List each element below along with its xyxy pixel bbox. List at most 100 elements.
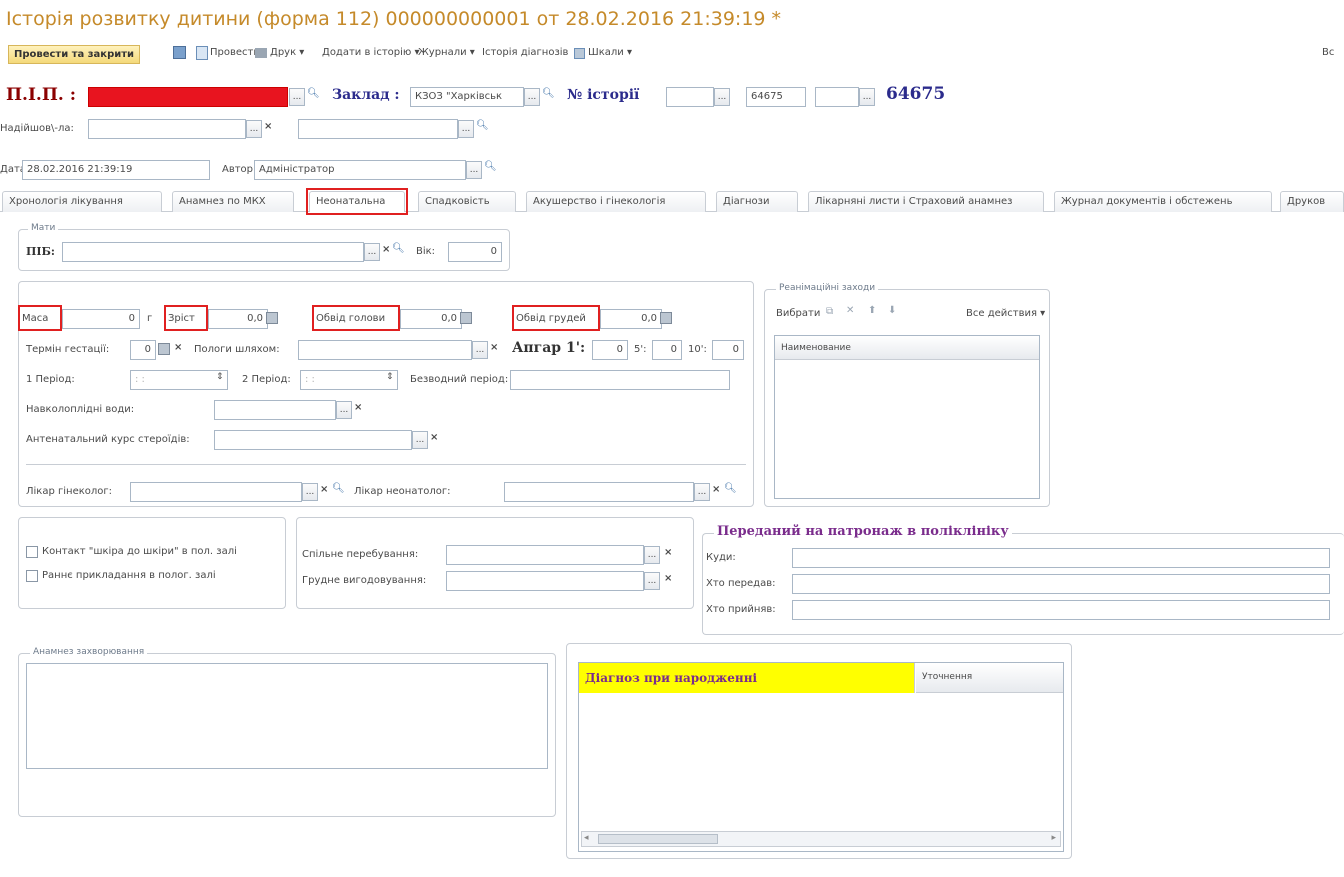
mother-age-field[interactable]: 0	[448, 242, 502, 262]
nadiyshov-select[interactable]: ...	[246, 120, 262, 138]
gestation-clear-icon[interactable]: ×	[174, 342, 182, 353]
tab-heredity[interactable]: Спадковість	[418, 191, 516, 212]
gynecologist-open-icon[interactable]: 🔍︎	[332, 483, 345, 494]
apgar-10-field[interactable]: 0	[712, 340, 744, 360]
height-field[interactable]: 0,0	[208, 309, 268, 329]
mass-field[interactable]: 0	[62, 309, 140, 329]
tab-diagnoses[interactable]: Діагнози	[716, 191, 798, 212]
gestation-calc-icon[interactable]	[158, 343, 170, 355]
diagnosis-header-clarify[interactable]: Уточнення	[916, 663, 1063, 693]
anamnesis-textarea[interactable]	[26, 663, 548, 769]
patronage-where-field[interactable]	[792, 548, 1330, 568]
journals-button[interactable]: Журнали ▾	[418, 47, 475, 58]
author-select[interactable]: ...	[466, 161, 482, 179]
mother-pib-open-icon[interactable]: 🔍︎	[392, 243, 405, 254]
tab-anamnesis-mkh[interactable]: Анамнез по МКХ	[172, 191, 294, 212]
history-code-field[interactable]: 64675	[746, 87, 806, 107]
period1-field[interactable]: : :	[130, 370, 228, 390]
tab-chronology[interactable]: Хронологія лікування	[2, 191, 162, 212]
delivery-field[interactable]	[298, 340, 472, 360]
zaklad-field[interactable]: КЗОЗ "Харківськ	[410, 87, 524, 107]
gynecologist-field[interactable]	[130, 482, 302, 502]
resuscitation-all-actions[interactable]: Все действия ▾	[966, 308, 1045, 319]
steroids-select[interactable]: ...	[412, 431, 428, 449]
diag-history-button[interactable]: Історія діагнозів	[482, 47, 568, 58]
head-circ-calc-icon[interactable]	[460, 312, 472, 324]
add-history-button[interactable]: Додати в історію ▾	[322, 47, 420, 58]
height-calc-icon[interactable]	[266, 312, 278, 324]
scales-button[interactable]: Шкали ▾	[588, 47, 632, 58]
tab-obstetrics[interactable]: Акушерство і гінекологія	[526, 191, 706, 212]
steroids-clear-icon[interactable]: ×	[430, 432, 438, 443]
post-button[interactable]: Провести	[210, 47, 260, 58]
chest-circ-field[interactable]: 0,0	[600, 309, 662, 329]
zaklad-open-icon[interactable]: 🔍︎	[542, 88, 555, 99]
joint-stay-clear-icon[interactable]: ×	[664, 547, 672, 558]
diagnosis-header-main[interactable]: Діагноз при народженні	[579, 663, 915, 693]
chest-circ-calc-icon[interactable]	[660, 312, 672, 324]
copy-icon[interactable]: ⧉	[826, 306, 833, 317]
period1-spin-icon[interactable]: ⇕	[216, 372, 224, 382]
neonatologist-open-icon[interactable]: 🔍︎	[724, 483, 737, 494]
post-close-button[interactable]: Провести та закрити	[8, 45, 141, 64]
mother-pib-clear-icon[interactable]: ×	[382, 244, 390, 255]
nadiyshov-field[interactable]	[88, 119, 246, 139]
tab-sick-leave[interactable]: Лікарняні листи і Страховий анамнез	[808, 191, 1044, 212]
zaklad-select-button[interactable]: ...	[524, 88, 540, 106]
save-icon[interactable]	[173, 46, 186, 59]
print-button[interactable]: Друк ▾	[270, 47, 304, 58]
delete-icon[interactable]: ✕	[846, 305, 854, 316]
nadiyshov-extra-field[interactable]	[298, 119, 458, 139]
date-field[interactable]: 28.02.2016 21:39:19	[22, 160, 210, 180]
neonatologist-clear-icon[interactable]: ×	[712, 484, 720, 495]
scroll-right-icon[interactable]: ▸	[1051, 833, 1056, 843]
delivery-select[interactable]: ...	[472, 341, 488, 359]
skin-contact-checkbox[interactable]	[26, 546, 38, 558]
history-series-field[interactable]	[666, 87, 714, 107]
breastfeeding-clear-icon[interactable]: ×	[664, 573, 672, 584]
author-open-icon[interactable]: 🔍︎	[484, 161, 497, 172]
move-down-icon[interactable]: ⬇	[888, 305, 896, 316]
nadiyshov-extra-select[interactable]: ...	[458, 120, 474, 138]
move-up-icon[interactable]: ⬆	[868, 305, 876, 316]
pib-open-icon[interactable]: 🔍︎	[307, 88, 320, 99]
joint-stay-field[interactable]	[446, 545, 644, 565]
resuscitation-select-button[interactable]: Вибрати	[776, 308, 820, 319]
period2-spin-icon[interactable]: ⇕	[386, 372, 394, 382]
resuscitation-table[interactable]: Наименование	[774, 335, 1040, 499]
history-extra-field[interactable]	[815, 87, 859, 107]
history-series-select[interactable]: ...	[714, 88, 730, 106]
nadiyshov-extra-open-icon[interactable]: 🔍︎	[476, 120, 489, 131]
amniotic-field[interactable]	[214, 400, 336, 420]
author-field[interactable]: Адміністратор	[254, 160, 466, 180]
scroll-left-icon[interactable]: ◂	[584, 833, 589, 843]
mother-pib-select[interactable]: ...	[364, 243, 380, 261]
neonatologist-select[interactable]: ...	[694, 483, 710, 501]
diagnosis-hscrollbar[interactable]: ◂ ▸	[581, 831, 1061, 847]
patronage-who-passed-field[interactable]	[792, 574, 1330, 594]
amniotic-clear-icon[interactable]: ×	[354, 402, 362, 413]
gestation-field[interactable]: 0	[130, 340, 156, 360]
breastfeeding-select[interactable]: ...	[644, 572, 660, 590]
apgar-5-field[interactable]: 0	[652, 340, 682, 360]
scroll-thumb[interactable]	[598, 834, 718, 844]
steroids-field[interactable]	[214, 430, 412, 450]
joint-stay-select[interactable]: ...	[644, 546, 660, 564]
head-circ-field[interactable]: 0,0	[400, 309, 462, 329]
history-extra-select[interactable]: ...	[859, 88, 875, 106]
early-attach-checkbox[interactable]	[26, 570, 38, 582]
apgar-1-field[interactable]: 0	[592, 340, 628, 360]
breastfeeding-field[interactable]	[446, 571, 644, 591]
gynecologist-select[interactable]: ...	[302, 483, 318, 501]
pib-select-button[interactable]: ...	[289, 88, 305, 106]
diagnosis-table[interactable]: Діагноз при народженні Уточнення ◂ ▸	[578, 662, 1064, 852]
patronage-who-received-field[interactable]	[792, 600, 1330, 620]
resuscitation-column-header[interactable]: Наименование	[775, 336, 1039, 360]
pib-field[interactable]	[88, 87, 288, 107]
neonatologist-field[interactable]	[504, 482, 694, 502]
all-actions-truncated[interactable]: Вс	[1322, 47, 1334, 58]
nadiyshov-clear-icon[interactable]: ×	[264, 121, 272, 132]
tab-print-truncated[interactable]: Друков	[1280, 191, 1344, 212]
delivery-clear-icon[interactable]: ×	[490, 342, 498, 353]
waterless-field[interactable]	[510, 370, 730, 390]
